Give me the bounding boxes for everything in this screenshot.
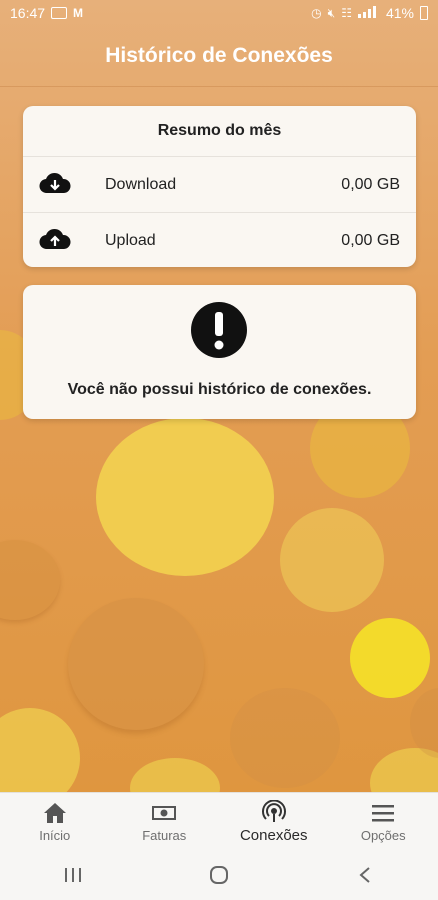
summary-title: Resumo do mês <box>23 106 416 157</box>
empty-message: Você não possui histórico de conexões. <box>67 381 372 398</box>
tab-faturas[interactable]: Faturas <box>110 793 220 851</box>
back-icon <box>359 867 370 883</box>
tab-label-faturas: Faturas <box>142 828 187 843</box>
home-button[interactable] <box>199 860 239 890</box>
tab-inicio[interactable]: Início <box>0 793 110 851</box>
battery-icon <box>420 6 428 20</box>
cloud-download-icon <box>39 171 71 197</box>
app-bar: Histórico de Conexões <box>0 26 438 87</box>
tab-label-inicio: Início <box>39 828 71 843</box>
tab-conexoes[interactable]: Conexões <box>219 793 329 851</box>
download-value: 0,00 GB <box>341 175 400 193</box>
system-nav-bar <box>0 850 438 900</box>
home-icon <box>43 803 66 823</box>
signal-icon <box>357 5 380 21</box>
page-title: Histórico de Conexões <box>105 44 333 67</box>
tab-opcoes[interactable]: Opções <box>329 793 438 851</box>
wifi-icon: ☷ <box>341 6 352 20</box>
alarm-icon: ◷ <box>311 6 322 20</box>
download-label: Download <box>105 175 177 193</box>
upload-value: 0,00 GB <box>341 231 400 249</box>
back-button[interactable] <box>345 860 385 890</box>
m-app-icon: Μ <box>73 6 84 20</box>
download-row: Download 0,00 GB <box>23 157 416 212</box>
exclamation-icon <box>191 302 247 358</box>
status-bar: 16:47 Μ ◷ 🔇︎ ☷ 41% <box>0 0 438 26</box>
empty-history-card: Você não possui histórico de conexões. <box>23 285 416 419</box>
tab-label-opcoes: Opções <box>360 828 406 843</box>
mute-icon: 🔇︎ <box>327 5 336 20</box>
recents-icon <box>65 868 81 882</box>
bottom-tab-bar: Início Faturas Conexões Opções <box>0 792 438 851</box>
upload-row: Upload 0,00 GB <box>23 212 416 268</box>
cloud-upload-icon <box>39 227 71 253</box>
status-time: 16:47 <box>10 5 46 21</box>
photo-icon <box>51 7 68 19</box>
bill-icon <box>152 806 177 820</box>
connections-icon <box>261 800 286 822</box>
upload-label: Upload <box>105 231 156 249</box>
home-circle-icon <box>210 866 228 884</box>
menu-icon <box>372 805 395 822</box>
recents-button[interactable] <box>53 860 93 890</box>
battery-percent: 41% <box>385 5 414 21</box>
tab-label-conexoes: Conexões <box>239 827 308 844</box>
monthly-summary-card: Resumo do mês Download 0,00 GB Upload 0,… <box>23 106 416 267</box>
